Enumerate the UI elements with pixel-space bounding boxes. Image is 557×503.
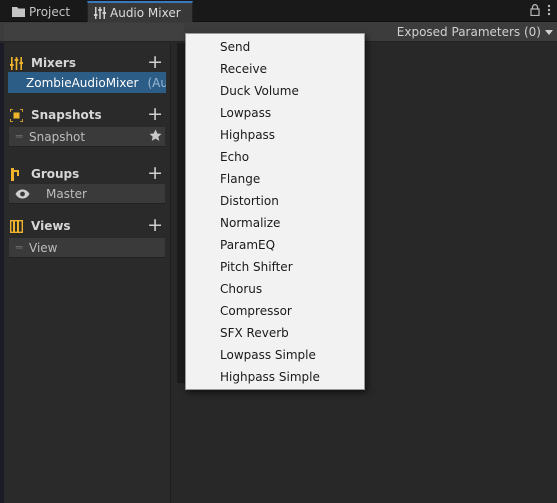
eye-icon[interactable]	[11, 189, 33, 199]
kebab-menu-icon[interactable]	[547, 4, 551, 19]
menu-item-send[interactable]: Send	[186, 36, 364, 58]
drag-handle-icon[interactable]: ═	[9, 241, 29, 254]
mixer-sliders-icon	[94, 6, 106, 19]
menu-item-compressor[interactable]: Compressor	[186, 300, 364, 322]
add-snapshot-button[interactable]: +	[147, 104, 163, 124]
menu-item-lowpass-simple[interactable]: Lowpass Simple	[186, 344, 364, 366]
menu-item-highpass[interactable]: Highpass	[186, 124, 364, 146]
window-tools	[530, 3, 551, 19]
caret-down-icon	[545, 25, 553, 39]
add-mixer-button[interactable]: +	[147, 52, 163, 72]
snapshots-section-header: Snapshots +	[10, 104, 166, 124]
drag-handle-icon[interactable]: ═	[9, 130, 29, 143]
mixer-sidebar: Mixers + ZombieAudioMixer (Aud Snapshots…	[0, 43, 171, 503]
toolbar-left-area	[4, 23, 184, 41]
tab-audio-mixer-label: Audio Mixer	[110, 5, 181, 20]
menu-item-highpass-simple[interactable]: Highpass Simple	[186, 366, 364, 388]
add-view-button[interactable]: +	[147, 215, 163, 235]
star-icon[interactable]	[149, 129, 162, 145]
menu-item-sfx-reverb[interactable]: SFX Reverb	[186, 322, 364, 344]
groups-section-header: Groups +	[10, 163, 166, 183]
lock-icon[interactable]	[530, 3, 540, 19]
menu-item-flange[interactable]: Flange	[186, 168, 364, 190]
views-icon	[10, 219, 26, 233]
group-item-label: Master	[46, 186, 87, 201]
window-tab-strip: Project Audio Mixer	[0, 0, 557, 22]
snapshot-item-label: Snapshot	[29, 129, 86, 144]
add-effect-menu: Send Receive Duck Volume Lowpass Highpass Ech…	[185, 33, 365, 390]
mixer-item-suffix: (Aud	[147, 75, 166, 90]
snapshots-title: Snapshots	[31, 108, 102, 122]
menu-item-lowpass[interactable]: Lowpass	[186, 102, 364, 124]
sidebar-edge	[0, 43, 4, 503]
menu-item-normalize[interactable]: Normalize	[186, 212, 364, 234]
exposed-parameters-label: Exposed Parameters (0)	[396, 25, 541, 39]
groups-title: Groups	[31, 167, 80, 181]
mixers-section-header: Mixers +	[10, 52, 166, 72]
group-icon	[10, 167, 26, 181]
tab-project-label: Project	[29, 4, 71, 19]
menu-item-echo[interactable]: Echo	[186, 146, 364, 168]
menu-item-receive[interactable]: Receive	[186, 58, 364, 80]
snapshot-icon	[10, 108, 26, 122]
menu-item-parameq[interactable]: ParamEQ	[186, 234, 364, 256]
view-item[interactable]: ═ View	[8, 237, 166, 258]
add-group-button[interactable]: +	[147, 163, 163, 183]
tab-project[interactable]: Project	[8, 1, 86, 22]
views-section-header: Views +	[10, 215, 166, 235]
menu-item-duck-volume[interactable]: Duck Volume	[186, 80, 364, 102]
tab-audio-mixer[interactable]: Audio Mixer	[87, 1, 193, 22]
menu-item-pitch-shifter[interactable]: Pitch Shifter	[186, 256, 364, 278]
snapshot-item[interactable]: ═ Snapshot	[8, 126, 166, 147]
menu-item-distortion[interactable]: Distortion	[186, 190, 364, 212]
mixer-item-zombieaudiomixer[interactable]: ZombieAudioMixer (Aud	[8, 72, 166, 93]
group-item-master[interactable]: Master	[8, 183, 166, 204]
mixers-title: Mixers	[31, 56, 76, 70]
views-title: Views	[31, 219, 71, 233]
mixer-item-label: ZombieAudioMixer	[26, 75, 139, 90]
folder-icon	[12, 6, 25, 17]
view-item-label: View	[29, 240, 58, 255]
mixers-icon	[10, 56, 26, 70]
exposed-parameters-dropdown[interactable]: Exposed Parameters (0)	[397, 23, 553, 41]
menu-item-chorus[interactable]: Chorus	[186, 278, 364, 300]
